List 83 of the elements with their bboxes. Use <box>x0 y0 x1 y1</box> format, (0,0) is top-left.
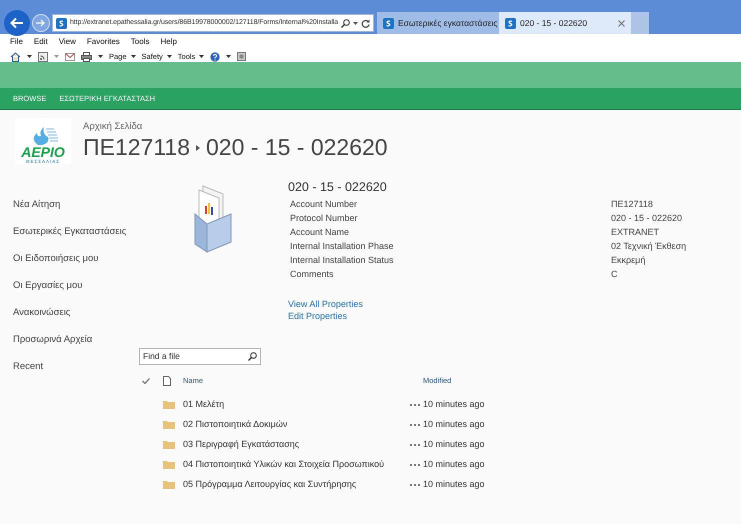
sidebar-item[interactable]: Προσωρινά Αρχεία <box>13 327 92 354</box>
menu-item[interactable]: Help <box>160 36 177 48</box>
caret-icon <box>130 55 136 58</box>
search-icon[interactable] <box>248 352 257 361</box>
property-label: Protocol Number <box>290 212 359 225</box>
sidebar-item[interactable]: Οι Ειδοποιήσεις μου <box>13 246 98 273</box>
checkmark-icon[interactable] <box>142 378 150 384</box>
breadcrumb-separator-icon <box>196 145 200 152</box>
properties-link[interactable]: Edit Properties <box>288 310 348 322</box>
sidebar-item[interactable]: Ανακοινώσεις <box>13 300 70 327</box>
page-title: 020 - 15 - 022620 <box>206 134 388 162</box>
caret-icon[interactable] <box>353 22 358 24</box>
property-value: ΠΕ127118 <box>611 198 653 211</box>
mail-icon[interactable] <box>65 52 75 61</box>
page-title-parent[interactable]: ΠΕ127118 <box>83 134 190 162</box>
property-value: 020 - 15 - 022620 <box>611 212 682 225</box>
property-label: Internal Installation Status <box>290 254 395 267</box>
refresh-icon[interactable] <box>361 18 370 28</box>
caret-icon[interactable] <box>98 55 103 58</box>
folder-name[interactable]: 04 Πιστοποιητικά Υλικών και Στοιχεία Προσωπικού <box>183 459 384 469</box>
ellipsis-icon <box>410 464 420 466</box>
property-label: Comments <box>290 268 335 281</box>
menu-item[interactable]: File <box>10 36 23 48</box>
site-icon <box>505 18 516 28</box>
back-arrow-icon <box>10 17 24 29</box>
property-label: Internal Installation Phase <box>290 240 395 253</box>
folder-icon <box>163 420 175 430</box>
sidebar-item[interactable]: Εσωτερικές Εγκαταστάσεις <box>13 219 126 246</box>
sidebar-item[interactable]: Νέα Αίτηση <box>13 192 60 219</box>
forward-button[interactable] <box>32 14 50 32</box>
menu-item[interactable]: Edit <box>34 36 48 48</box>
ellipsis-icon <box>410 444 420 446</box>
ellipsis-icon <box>410 404 420 406</box>
browser-tab[interactable]: 020 - 15 - 022620 <box>499 12 631 34</box>
modified-time: 10 minutes ago <box>423 438 485 451</box>
menu-item[interactable]: Tools <box>130 36 150 48</box>
folder-icon <box>163 440 175 450</box>
ellipsis-icon <box>410 484 420 486</box>
printer-icon[interactable] <box>81 52 92 62</box>
folder-icon <box>163 460 175 470</box>
search-input[interactable]: Find a file <box>143 350 248 363</box>
site-icon <box>383 18 394 28</box>
ellipsis-icon <box>410 424 420 426</box>
sidebar-item[interactable]: Recent <box>13 354 44 381</box>
sidebar-item[interactable]: Οι Εργασίες μου <box>13 273 83 300</box>
home-icon[interactable] <box>10 52 21 62</box>
breadcrumb-link[interactable]: Αρχική Σελίδα <box>83 120 388 134</box>
folder-name[interactable]: 05 Πρόγραμμα Λειτουργίας και Συντήρησης <box>183 479 356 489</box>
folder-name[interactable]: 03 Περιγραφή Εγκατάστασης <box>183 439 300 449</box>
property-value: Εκκρεμή <box>611 254 646 267</box>
caret-icon <box>199 55 204 58</box>
modified-time: 10 minutes ago <box>423 418 485 431</box>
menu-item[interactable]: View <box>58 36 76 48</box>
property-value: C <box>611 268 618 281</box>
property-value: 02 Τεχνική Έκθεση <box>611 240 686 253</box>
modified-time: 10 minutes ago <box>423 478 485 491</box>
feed-icon[interactable] <box>38 52 48 62</box>
caret-icon <box>166 55 172 58</box>
search-field[interactable]: Find a file <box>139 348 261 365</box>
document-folder-icon <box>193 184 233 254</box>
modified-time: 10 minutes ago <box>423 398 485 411</box>
search-icon[interactable] <box>341 18 350 28</box>
logo-name: ΑΕΡΙΟ <box>21 144 65 159</box>
folder-name[interactable]: 01 Μελέτη <box>183 399 224 409</box>
caret-icon[interactable] <box>27 55 32 58</box>
menu-item[interactable]: Favorites <box>86 36 120 48</box>
folder-icon <box>163 400 175 410</box>
properties-title: 020 - 15 - 022620 <box>288 179 388 196</box>
caret-icon[interactable] <box>226 55 232 58</box>
property-value: EXTRANET <box>611 226 660 239</box>
folder-icon <box>163 480 175 490</box>
forward-arrow-icon <box>36 19 46 27</box>
document-icon <box>163 376 171 386</box>
browser-tab[interactable]: Εσωτερικές εγκαταστάσεις <box>377 12 499 34</box>
property-label: Account Name <box>290 226 350 239</box>
site-icon <box>56 18 67 28</box>
close-icon[interactable] <box>618 20 625 26</box>
back-button[interactable] <box>4 10 30 36</box>
property-label: Account Number <box>290 198 358 211</box>
properties-link[interactable]: View All Properties <box>288 298 363 310</box>
folder-name[interactable]: 02 Πιστοποιητικά Δοκιμών <box>183 419 288 429</box>
modified-time: 10 minutes ago <box>423 458 485 471</box>
help-icon[interactable] <box>210 52 220 62</box>
